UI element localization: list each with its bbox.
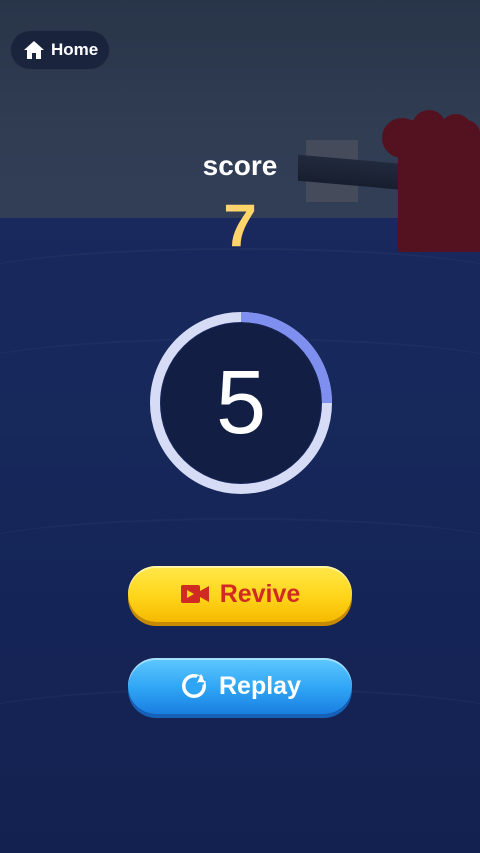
replay-label: Replay <box>219 671 301 700</box>
countdown-timer: 5 <box>146 308 336 498</box>
revive-button[interactable]: Revive <box>128 566 352 622</box>
revive-label: Revive <box>219 579 301 608</box>
replay-icon <box>179 671 209 701</box>
score-value: 7 <box>223 192 257 259</box>
video-camera-icon <box>180 579 210 609</box>
home-icon <box>23 39 45 61</box>
home-button[interactable]: Home <box>10 30 110 70</box>
home-label: Home <box>51 40 99 59</box>
replay-button[interactable]: Replay <box>128 658 352 714</box>
countdown-number: 5 <box>215 352 267 453</box>
score-label: score <box>202 150 278 181</box>
